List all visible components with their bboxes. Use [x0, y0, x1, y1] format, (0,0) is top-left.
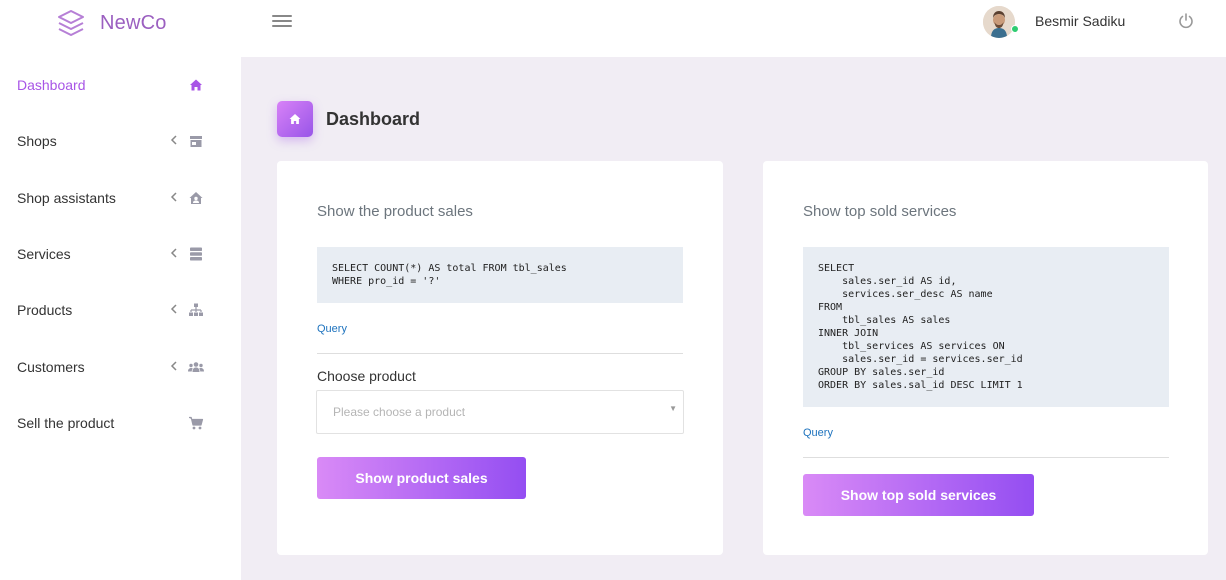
users-icon	[188, 362, 204, 372]
choose-product-label: Choose product	[317, 368, 416, 384]
code-line: sales.ser_id AS id,	[818, 276, 957, 287]
code-line: tbl_services AS services ON	[818, 341, 1005, 352]
page-heading: Dashboard	[277, 101, 420, 137]
page-home-icon	[277, 101, 313, 137]
card-title: Show the product sales	[317, 203, 473, 220]
sql-code-block: SELECT sales.ser_id AS id, services.ser_…	[803, 247, 1169, 407]
layers-logo-icon	[58, 10, 84, 36]
select-placeholder: Please choose a product	[333, 405, 466, 419]
sidebar-item-customers[interactable]: Customers	[0, 352, 241, 382]
divider	[803, 457, 1169, 458]
top-header: NewCo Besmir Sadiku	[0, 0, 1226, 57]
sidebar-item-label: Products	[17, 302, 73, 318]
chevron-left-icon	[170, 248, 177, 258]
server-icon	[190, 247, 202, 261]
chevron-left-icon	[170, 135, 177, 145]
house-user-icon	[189, 192, 203, 204]
brand[interactable]: NewCo	[56, 8, 167, 38]
sidebar-item-label: Sell the product	[17, 415, 115, 431]
online-status-dot	[1011, 25, 1019, 33]
avatar[interactable]	[983, 6, 1015, 38]
cart-icon	[189, 416, 204, 430]
code-line: tbl_sales AS sales	[818, 315, 951, 326]
query-link[interactable]: Query	[803, 427, 833, 439]
sidebar-item-shop-assistants[interactable]: Shop assistants	[0, 183, 241, 213]
top-services-card: Show top sold services SELECT sales.ser_…	[763, 161, 1208, 555]
show-product-sales-button[interactable]: Show product sales	[317, 457, 526, 499]
dropdown-arrow-icon: ▼	[669, 404, 677, 413]
sidebar-item-label: Services	[17, 246, 71, 262]
show-top-sold-services-button[interactable]: Show top sold services	[803, 474, 1034, 516]
sitemap-icon	[189, 303, 203, 316]
sidebar-item-label: Shop assistants	[17, 190, 116, 206]
card-title: Show top sold services	[803, 203, 957, 220]
code-line: SELECT COUNT(*) AS total FROM tbl_sales	[332, 263, 567, 274]
sidebar-item-services[interactable]: Services	[0, 239, 241, 269]
user-name[interactable]: Besmir Sadiku	[1035, 13, 1125, 29]
chevron-left-icon	[170, 304, 177, 314]
product-select[interactable]: Please choose a product ▼	[316, 390, 684, 434]
store-icon	[190, 136, 202, 147]
code-line: FROM	[818, 302, 843, 313]
sidebar: Dashboard Shops Shop assistants Services	[0, 57, 241, 580]
sidebar-item-label: Customers	[17, 359, 85, 375]
page-title: Dashboard	[326, 108, 421, 129]
menu-toggle-icon[interactable]	[272, 15, 292, 31]
product-sales-card: Show the product sales SELECT COUNT(*) A…	[277, 161, 723, 555]
code-line: INNER JOIN	[818, 328, 879, 339]
query-link[interactable]: Query	[317, 323, 347, 335]
sidebar-item-label: Shops	[17, 133, 57, 149]
code-line: SELECT	[818, 263, 855, 274]
code-line: sales.ser_id = services.ser_id	[818, 354, 1023, 365]
sidebar-item-shops[interactable]: Shops	[0, 126, 241, 156]
sql-code-block: SELECT COUNT(*) AS total FROM tbl_sales …	[317, 247, 683, 303]
sidebar-item-label: Dashboard	[17, 77, 86, 93]
code-line: GROUP BY sales.ser_id	[818, 367, 945, 378]
code-line: ORDER BY sales.sal_id DESC LIMIT 1	[818, 380, 1023, 391]
code-line: services.ser_desc AS name	[818, 289, 993, 300]
home-icon	[190, 79, 202, 91]
sidebar-item-dashboard[interactable]: Dashboard	[0, 70, 241, 100]
power-icon[interactable]	[1177, 12, 1195, 30]
divider	[317, 353, 683, 354]
brand-name: NewCo	[100, 11, 167, 34]
chevron-left-icon	[170, 361, 177, 371]
code-line: WHERE pro_id = '?'	[332, 276, 441, 287]
sidebar-item-products[interactable]: Products	[0, 295, 241, 325]
sidebar-item-sell-the-product[interactable]: Sell the product	[0, 408, 241, 438]
chevron-left-icon	[170, 192, 177, 202]
